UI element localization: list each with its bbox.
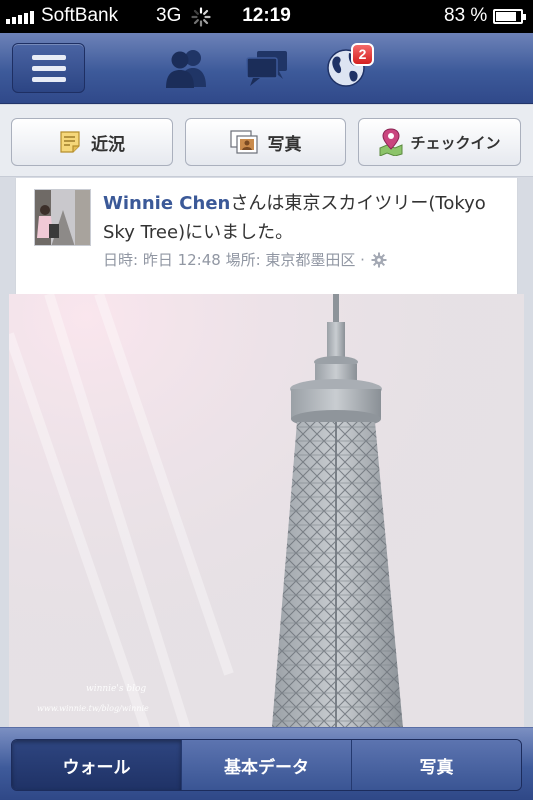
menu-button[interactable] [12, 43, 85, 93]
photo-upload-button[interactable]: 写真 [185, 118, 346, 166]
tokyo-sky-tree-photo [9, 294, 524, 739]
status-bar: SoftBank 3G 12:19 83 % [0, 0, 533, 33]
tab-info[interactable]: 基本データ [182, 740, 352, 790]
segmented-tabs: ウォール 基本データ 写真 [11, 739, 522, 791]
battery-fill [496, 12, 516, 21]
tab-photos[interactable]: 写真 [352, 740, 521, 790]
checkin-label: チェックイン [410, 133, 501, 152]
status-update-button[interactable]: 近況 [11, 118, 173, 166]
story-photo[interactable]: winnie's blog www.winnie.tw/blog/winnie [9, 294, 524, 739]
gear-icon[interactable] [371, 252, 387, 268]
feed-story: Winnie Chenさんは東京スカイツリー(Tokyo Sky Tree)にい… [15, 178, 518, 298]
story-meta: 日時: 昨日 12:48 場所: 東京都墨田区 · [103, 249, 387, 270]
checkin-button[interactable]: チェックイン [358, 118, 521, 166]
story-meta-text: 日時: 昨日 12:48 場所: 東京都墨田区 · [103, 251, 365, 269]
photo-icon [229, 130, 258, 154]
photo-watermark-url: www.winnie.tw/blog/winnie [37, 704, 149, 713]
navigation-bar: 2 [0, 33, 533, 104]
friends-icon[interactable] [164, 47, 210, 89]
photo-upload-label: 写真 [267, 134, 302, 155]
avatar[interactable] [34, 189, 91, 246]
bottom-tab-bar: ウォール 基本データ 写真 [0, 727, 533, 800]
hamburger-menu-icon [31, 54, 66, 60]
news-feed[interactable]: Winnie Chenさんは東京スカイツリー(Tokyo Sky Tree)にい… [0, 178, 533, 739]
map-pin-icon [379, 128, 403, 156]
battery-icon [493, 9, 526, 24]
story-text: Winnie Chenさんは東京スカイツリー(Tokyo Sky Tree)にい… [103, 189, 503, 247]
messages-icon[interactable] [245, 47, 289, 87]
notification-badge: 2 [351, 43, 374, 66]
tab-wall[interactable]: ウォール [12, 740, 182, 790]
status-update-label: 近況 [91, 134, 125, 155]
actor-name-link[interactable]: Winnie Chen [103, 193, 230, 214]
photo-watermark: winnie's blog [86, 684, 147, 694]
battery-percentage: 83 % [444, 5, 488, 26]
avatar-photo [35, 190, 90, 245]
action-bar: 近況 写真 チェックイン [0, 105, 533, 177]
note-icon [60, 131, 80, 153]
